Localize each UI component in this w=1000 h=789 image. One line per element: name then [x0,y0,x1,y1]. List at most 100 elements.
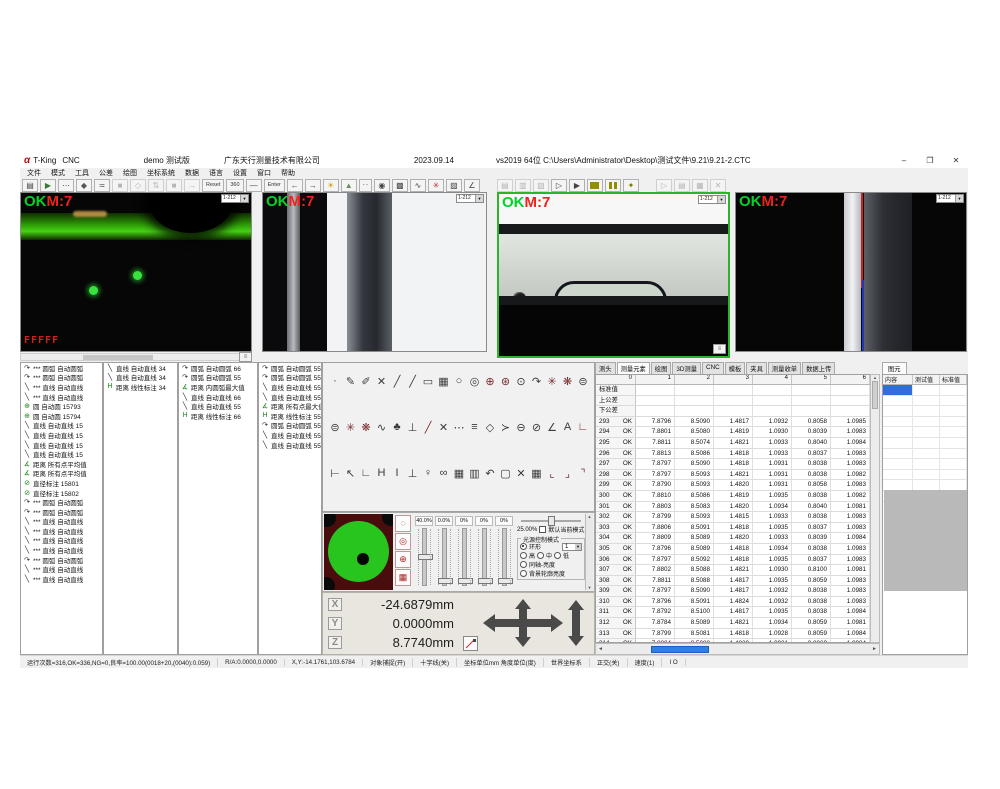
ring-mode-radio[interactable] [520,543,527,550]
table-row[interactable]: 301OK7.88038.50831.48201.09340.80401.098… [596,502,879,513]
feature-item[interactable]: ↷*** 圆弧 自动圆弧 [21,555,102,565]
feature-item[interactable]: ↷圆弧 自动圆弧 55 [259,421,321,431]
circle-dot-icon[interactable]: ⊙ [514,375,528,388]
table-row[interactable]: 304OK7.88098.50891.48201.09330.80391.098… [596,533,879,544]
feature-item[interactable]: ↷*** 圆弧 自动圆弧 [21,363,102,373]
light-slider-3[interactable]: 0% [454,516,474,588]
bracket-a-icon[interactable]: ⌞ [545,467,559,480]
rect-tool-icon[interactable]: ▭ [421,375,435,388]
focus-star-button[interactable]: ✳ [428,179,444,192]
feature-item[interactable]: ↷圆弧 自动圆弧 55 [259,373,321,383]
feature-item[interactable]: ╲直线 自动直线 55 [259,430,321,440]
feature-item[interactable]: ∡距离 内圆弧最大值 [179,382,257,392]
diamond-icon[interactable]: ◇ [483,421,497,434]
scroll-left-icon[interactable]: ◄ [596,646,605,652]
pan-grip-icon[interactable]: ≡ [239,352,252,362]
level-radio-中[interactable] [537,552,544,559]
pick-line-icon[interactable]: ✎ [344,375,358,388]
scroll-up-icon[interactable]: ▲ [586,514,593,519]
element-row[interactable] [883,470,967,481]
pattern-button[interactable]: ▩ [392,179,408,192]
feature-item[interactable]: ╲*** 直线 自动直线 [21,392,102,402]
circle-spoke-c-icon[interactable]: ✳ [344,421,358,434]
light-slider-2[interactable]: 0.0% [434,516,454,588]
element-row[interactable] [883,396,967,407]
table-row[interactable]: 标准值 [596,385,879,396]
ring-light-circle[interactable] [328,521,389,582]
scroll-up-icon[interactable]: ▲ [871,375,879,380]
table-row[interactable]: 298OK7.87978.50931.48211.09310.80381.098… [596,470,879,481]
corner-dimension-icon[interactable]: ∟ [359,467,373,480]
menu-item-坐标系统[interactable]: 坐标系统 [147,168,175,178]
element-row[interactable] [883,438,967,449]
feature-item[interactable]: ╲直线 自动直线 34 [104,363,177,373]
circle-icon[interactable]: ○ [452,375,466,388]
element-row[interactable] [883,427,967,438]
double-circle-icon[interactable]: ∞ [437,467,451,480]
arrow-left-button[interactable]: ← [287,179,303,192]
vee-icon[interactable]: ≻ [499,421,513,434]
feature-item[interactable]: ╲直线 自动直线 34 [104,373,177,383]
tab-数据上传[interactable]: 数据上传 [802,362,835,374]
camera4-range-select[interactable]: 1-212▼ [936,194,964,203]
slider-thumb[interactable] [458,578,473,584]
camera-view-1[interactable]: OKM:7 1-212▼ FFFFF [20,192,252,352]
ring-rings-icon[interactable]: ◎ [395,533,411,550]
table-row[interactable]: 303OK7.88068.50911.48181.09350.80371.098… [596,523,879,534]
perpendicular-icon[interactable]: ⊥ [406,421,420,434]
slider-thumb[interactable] [498,578,513,584]
bracket-b-icon[interactable]: ⌟ [561,467,575,480]
camera2-range-select[interactable]: 1-212▼ [456,194,484,203]
feature-item[interactable]: ↷*** 圆弧 自动圆弧 [21,507,102,517]
pick-arc-icon[interactable]: ✐ [359,375,373,388]
feature-item[interactable]: ∡距离 所有点平均值 [21,469,102,479]
xy-jog-arrows-icon[interactable] [481,597,566,649]
dither-button[interactable]: ▨ [446,179,462,192]
menu-item-帮助[interactable]: 帮助 [281,168,295,178]
table-row[interactable]: 295OK7.88118.50741.48211.09330.80401.098… [596,438,879,449]
stage-button[interactable]: ≍ [94,179,110,192]
feature-item[interactable]: ↷*** 圆弧 自动圆弧 [21,497,102,507]
feature-item[interactable]: ∡距离 所有点平均值 [21,459,102,469]
circle-v-icon[interactable]: ⊘ [530,421,544,434]
camera-view-3-selected[interactable]: OKM:7 1-212▼ ≡ [497,192,730,358]
results-hscrollbar[interactable]: ◄► [595,643,880,655]
ring-segment-icon[interactable]: ◌ [395,515,411,532]
slider-track[interactable] [502,528,507,586]
minimize-button[interactable]: – [896,156,912,165]
menu-item-窗口[interactable]: 窗口 [257,168,271,178]
point-icon[interactable]: · [328,375,342,388]
level-radio-低[interactable] [554,552,561,559]
feature-item[interactable]: ↷圆弧 自动圆弧 55 [259,363,321,373]
table-row[interactable]: 293OK7.87968.50901.48171.09320.80581.098… [596,417,879,428]
menu-item-公差[interactable]: 公差 [99,168,113,178]
circle-spoke-a-icon[interactable]: ✳ [545,375,559,388]
camera3-range-select[interactable]: 1-212▼ [698,195,726,204]
menu-item-工具[interactable]: 工具 [75,168,89,178]
feature-item[interactable]: ⊕圆 自动圆 15793 [21,401,102,411]
camera-view-2[interactable]: OKM:7 1-212▼ [262,192,487,352]
run-to-end-button[interactable]: ▶ [569,179,585,192]
camera-view-4[interactable]: OKM:7 1-212▼ [735,192,967,352]
element-row[interactable] [883,385,967,396]
diag-dimension-icon[interactable]: ↖ [344,467,358,480]
table-row[interactable]: 308OK7.88118.50881.48171.09350.80591.098… [596,576,879,587]
feature-item[interactable]: ╲*** 直线 自动直线 [21,517,102,527]
circle-h-icon[interactable]: ⊖ [514,421,528,434]
feature-item[interactable]: ╲*** 直线 自动直线 [21,382,102,392]
scrollbar-thumb[interactable] [872,381,878,409]
table-row[interactable]: 299OK7.87908.50931.48201.09310.80581.098… [596,480,879,491]
feature-item[interactable]: ╲直线 自动直线 15 [21,440,102,450]
master-light-slider[interactable] [519,516,583,524]
feature-item[interactable]: ╲直线 自动直线 15 [21,430,102,440]
feature-item[interactable]: ╲直线 自动直线 55 [259,440,321,450]
feature-item[interactable]: ⊘直径标注 15801 [21,478,102,488]
circle-target-icon[interactable]: ◎ [468,375,482,388]
table-row[interactable]: 305OK7.87968.50891.48181.09340.80381.098… [596,544,879,555]
element-row[interactable] [883,459,967,470]
save-button[interactable]: ▤ [22,179,38,192]
camera1-range-select[interactable]: 1-212▼ [221,194,249,203]
table-row[interactable]: 309OK7.87978.50901.48171.09320.80381.098… [596,586,879,597]
slider-track[interactable] [422,528,427,586]
cross-measure-icon[interactable]: ✕ [437,421,451,434]
